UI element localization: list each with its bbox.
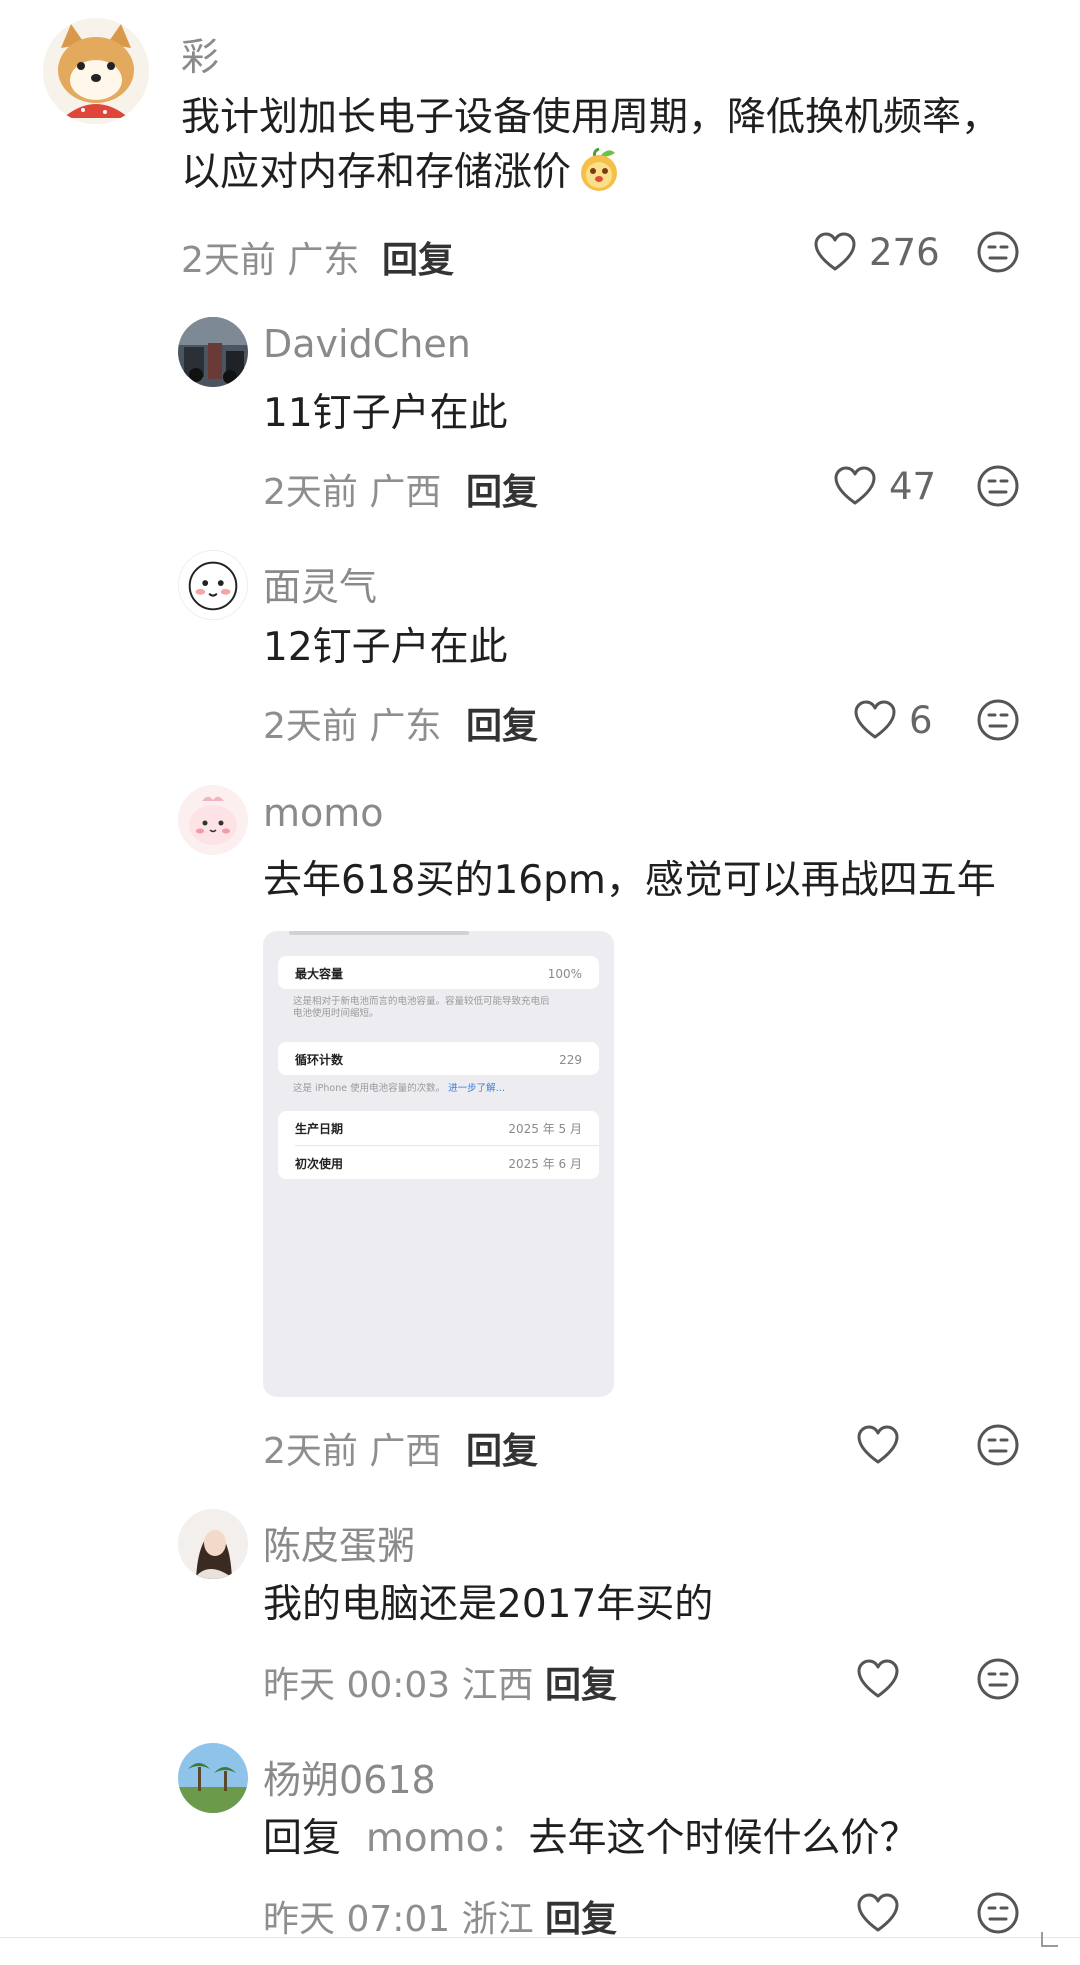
manufacture-date-value: 2025 年 5 月 bbox=[508, 1122, 582, 1136]
comment-text: 我计划加长电子设备使用周期，降低换机频率， 以应对内存和存储涨价 bbox=[181, 95, 1001, 195]
like-count: 276 bbox=[869, 230, 940, 274]
comment-text: 12钉子户在此 bbox=[263, 625, 508, 670]
comment-text: 11钉子户在此 bbox=[263, 391, 508, 436]
avatar-davidchen[interactable] bbox=[178, 317, 248, 387]
neutral-face-icon[interactable] bbox=[976, 230, 1020, 274]
comment-text: 回复 momo：去年这个时候什么价？ bbox=[263, 1816, 919, 1861]
neutral-face-icon[interactable] bbox=[976, 464, 1020, 508]
comment-text: 我的电脑还是2017年买的 bbox=[263, 1582, 714, 1627]
peach-face-emoji-icon bbox=[581, 147, 618, 191]
like-count: 6 bbox=[909, 698, 933, 742]
reply-button[interactable]: 回复 bbox=[545, 1890, 617, 1942]
avatar-yangshuo[interactable] bbox=[178, 1743, 248, 1813]
comment-username[interactable]: DavidChen bbox=[263, 322, 471, 366]
pink-cartoon-avatar-icon bbox=[178, 785, 248, 855]
heart-outline-icon bbox=[857, 1893, 899, 1932]
like-count: 47 bbox=[889, 464, 937, 508]
learn-more-link[interactable]: 进一步了解… bbox=[448, 1083, 505, 1094]
comment-username[interactable]: momo bbox=[263, 791, 384, 835]
comment-meta: 2天前 广西 bbox=[263, 472, 442, 513]
landscape-avatar-icon bbox=[178, 1743, 248, 1813]
heart-outline-icon bbox=[857, 1659, 899, 1698]
neutral-face-icon[interactable] bbox=[976, 1423, 1020, 1467]
photo-avatar-icon bbox=[178, 317, 248, 387]
like-button[interactable] bbox=[856, 1420, 912, 1470]
comment-meta: 2天前 广东 bbox=[181, 240, 360, 281]
like-button[interactable] bbox=[856, 1654, 912, 1704]
cycle-note: 这是 iPhone 使用电池容量的次数。 进一步了解… bbox=[293, 1083, 506, 1094]
like-button[interactable]: 276 bbox=[813, 227, 940, 277]
max-capacity-card: 最大容量 100% bbox=[278, 956, 599, 989]
divider bbox=[295, 1145, 599, 1146]
cropped-header bbox=[289, 931, 469, 935]
dates-card: 生产日期 2025 年 5 月 初次使用 2025 年 6 月 bbox=[278, 1111, 599, 1179]
reply-button[interactable]: 回复 bbox=[382, 231, 454, 283]
bottom-divider bbox=[0, 1937, 1080, 1938]
cycle-count-card: 循环计数 229 bbox=[278, 1042, 599, 1075]
max-capacity-value: 100% bbox=[547, 966, 582, 981]
like-button[interactable] bbox=[856, 1888, 912, 1938]
cartoon-face-avatar-icon bbox=[179, 551, 247, 619]
max-capacity-label: 最大容量 bbox=[295, 967, 344, 981]
neutral-face-icon[interactable] bbox=[976, 1891, 1020, 1935]
heart-outline-icon bbox=[814, 232, 856, 271]
comment-meta: 昨天 07:01 浙江 bbox=[263, 1899, 534, 1940]
photo-avatar-icon bbox=[178, 1509, 248, 1579]
like-button[interactable]: 6 bbox=[853, 695, 933, 745]
heart-outline-icon bbox=[857, 1425, 899, 1464]
comment-username[interactable]: 彩 bbox=[181, 26, 219, 81]
comment-meta: 2天前 广东 bbox=[263, 706, 442, 747]
heart-outline-icon bbox=[834, 466, 876, 505]
reply-button[interactable]: 回复 bbox=[466, 463, 538, 515]
comment-username[interactable]: 陈皮蛋粥 bbox=[263, 1515, 415, 1570]
heart-outline-icon bbox=[854, 700, 896, 739]
avatar-chenpidanzhou[interactable] bbox=[178, 1509, 248, 1579]
first-use-value: 2025 年 6 月 bbox=[508, 1157, 582, 1171]
neutral-face-icon[interactable] bbox=[976, 698, 1020, 742]
attached-screenshot[interactable]: 最大容量 100% 这是相对于新电池而言的电池容量。容量较低可能导致充电后 电池… bbox=[263, 931, 614, 1397]
like-button[interactable]: 47 bbox=[833, 461, 936, 511]
avatar-momo[interactable] bbox=[178, 785, 248, 855]
comment-username[interactable]: 面灵气 bbox=[263, 556, 377, 611]
shiba-avatar-icon bbox=[43, 18, 149, 124]
avatar-mianlingqi[interactable] bbox=[178, 550, 248, 620]
comment-meta: 2天前 广西 bbox=[263, 1431, 442, 1472]
mention-link[interactable]: momo： bbox=[366, 1816, 529, 1861]
reply-prefix: 回复 bbox=[263, 1816, 342, 1861]
avatar-cai[interactable] bbox=[43, 18, 149, 124]
neutral-face-icon[interactable] bbox=[976, 1657, 1020, 1701]
comment-meta: 昨天 00:03 江西 bbox=[263, 1665, 534, 1706]
reply-button[interactable]: 回复 bbox=[466, 697, 538, 749]
reply-button[interactable]: 回复 bbox=[545, 1656, 617, 1708]
manufacture-date-label: 生产日期 bbox=[295, 1122, 344, 1136]
comment-text: 去年618买的16pm，感觉可以再战四五年 bbox=[263, 858, 996, 903]
first-use-label: 初次使用 bbox=[295, 1157, 344, 1171]
watermark-mark-icon bbox=[1041, 1932, 1058, 1947]
comment-username[interactable]: 杨朔0618 bbox=[263, 1749, 436, 1804]
capacity-note: 这是相对于新电池而言的电池容量。容量较低可能导致充电后 电池使用时间缩短。 bbox=[293, 996, 550, 1019]
reply-button[interactable]: 回复 bbox=[466, 1422, 538, 1474]
cycle-count-label: 循环计数 bbox=[295, 1053, 344, 1067]
cycle-count-value: 229 bbox=[559, 1052, 582, 1067]
